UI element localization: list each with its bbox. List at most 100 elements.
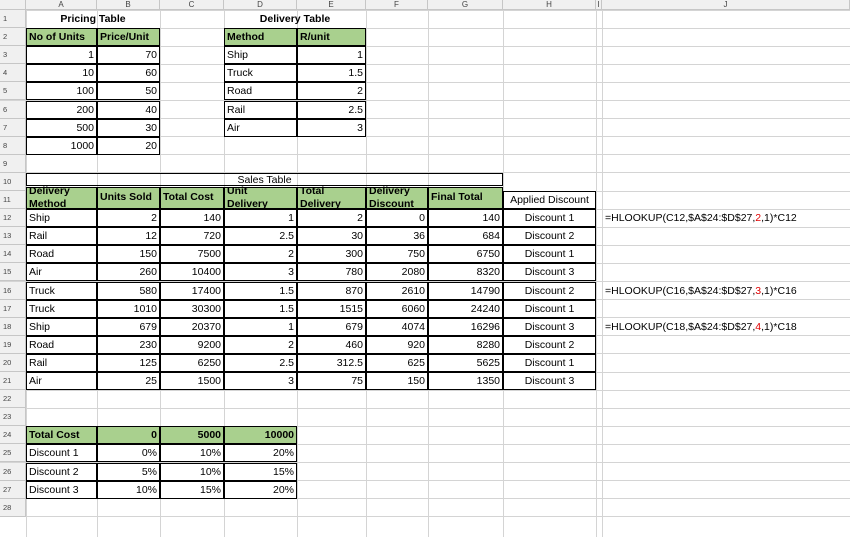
pricing-cell[interactable]: 500: [26, 118, 97, 137]
row-header-18[interactable]: 18: [0, 317, 26, 336]
column-header-a[interactable]: A: [26, 0, 97, 10]
delivery-rate-cell[interactable]: 2.5: [297, 100, 366, 119]
pricing-cell[interactable]: 200: [26, 100, 97, 119]
sales-cell[interactable]: 14790: [428, 281, 503, 300]
sales-cell[interactable]: 3: [224, 372, 297, 391]
sales-cell[interactable]: 580: [97, 281, 160, 300]
sales-cell[interactable]: 2: [224, 245, 297, 264]
discount-cell[interactable]: Discount 1: [26, 444, 97, 463]
column-header-h[interactable]: H: [503, 0, 596, 10]
row-header-26[interactable]: 26: [0, 462, 26, 481]
sales-cell[interactable]: 140: [428, 209, 503, 228]
discount-header-1[interactable]: 0: [97, 426, 160, 445]
sales-cell[interactable]: 17400: [160, 281, 224, 300]
applied-discount-cell[interactable]: Discount 2: [503, 227, 596, 246]
row-header-3[interactable]: 3: [0, 46, 26, 65]
sales-cell[interactable]: 300: [297, 245, 366, 264]
sales-cell[interactable]: 2: [297, 209, 366, 228]
row-header-2[interactable]: 2: [0, 28, 26, 47]
row-header-12[interactable]: 12: [0, 209, 26, 228]
sales-header-4[interactable]: Total Delivery: [297, 185, 366, 210]
sales-cell[interactable]: 1010: [97, 299, 160, 318]
sales-header-6[interactable]: Final Total: [428, 186, 503, 210]
discount-cell[interactable]: 20%: [224, 444, 297, 463]
sales-cell[interactable]: 7500: [160, 245, 224, 264]
pricing-table-title[interactable]: Pricing Table: [26, 10, 160, 28]
sales-cell[interactable]: Truck: [26, 299, 97, 318]
discount-cell[interactable]: 20%: [224, 480, 297, 499]
sales-table-title[interactable]: Sales Table: [26, 173, 503, 187]
sales-cell[interactable]: 2: [224, 335, 297, 354]
sales-cell[interactable]: 1350: [428, 372, 503, 391]
discount-header-2[interactable]: 5000: [160, 426, 224, 445]
column-header-d[interactable]: D: [224, 0, 297, 10]
discount-cell[interactable]: 15%: [160, 480, 224, 499]
sales-cell[interactable]: 750: [366, 245, 428, 264]
discount-cell[interactable]: 10%: [160, 444, 224, 463]
sales-cell[interactable]: 9200: [160, 335, 224, 354]
column-header-c[interactable]: C: [160, 0, 224, 10]
row-header-19[interactable]: 19: [0, 335, 26, 354]
discount-cell[interactable]: 10%: [97, 480, 160, 499]
applied-discount-cell[interactable]: Discount 3: [503, 263, 596, 282]
column-header-g[interactable]: G: [428, 0, 503, 10]
select-all-corner[interactable]: [0, 0, 26, 10]
pricing-cell[interactable]: 1: [26, 46, 97, 65]
sales-cell[interactable]: 30: [297, 227, 366, 246]
row-header-25[interactable]: 25: [0, 444, 26, 463]
sales-cell[interactable]: 4074: [366, 317, 428, 336]
discount-header-0[interactable]: Total Cost: [26, 426, 97, 445]
row-header-5[interactable]: 5: [0, 82, 26, 101]
applied-discount-cell[interactable]: Discount 3: [503, 317, 596, 336]
sales-cell[interactable]: 1500: [160, 372, 224, 391]
row-header-11[interactable]: 11: [0, 191, 26, 210]
sales-cell[interactable]: 6250: [160, 353, 224, 372]
delivery-method-cell[interactable]: Ship: [224, 46, 297, 65]
sales-cell[interactable]: 30300: [160, 299, 224, 318]
applied-discount-cell[interactable]: Discount 1: [503, 209, 596, 228]
sales-cell[interactable]: Ship: [26, 209, 97, 228]
pricing-cell[interactable]: 100: [26, 82, 97, 101]
applied-discount-cell[interactable]: Discount 1: [503, 299, 596, 318]
sales-cell[interactable]: 2080: [366, 263, 428, 282]
row-header-22[interactable]: 22: [0, 390, 26, 409]
applied-discount-cell[interactable]: Discount 2: [503, 335, 596, 354]
row-header-6[interactable]: 6: [0, 100, 26, 119]
sales-cell[interactable]: 150: [366, 372, 428, 391]
row-header-23[interactable]: 23: [0, 408, 26, 427]
sales-cell[interactable]: 625: [366, 353, 428, 372]
sales-cell[interactable]: 8280: [428, 335, 503, 354]
delivery-rate-cell[interactable]: 1: [297, 46, 366, 65]
sales-cell[interactable]: Air: [26, 263, 97, 282]
row-header-21[interactable]: 21: [0, 372, 26, 391]
discount-header-3[interactable]: 10000: [224, 426, 297, 445]
sales-cell[interactable]: 20370: [160, 317, 224, 336]
sales-cell[interactable]: 25: [97, 372, 160, 391]
row-header-13[interactable]: 13: [0, 227, 26, 246]
pricing-cell[interactable]: 50: [97, 82, 160, 101]
sales-cell[interactable]: Rail: [26, 227, 97, 246]
pricing-cell[interactable]: 70: [97, 46, 160, 65]
row-header-1[interactable]: 1: [0, 10, 26, 29]
sales-cell[interactable]: 12: [97, 227, 160, 246]
sales-cell[interactable]: 780: [297, 263, 366, 282]
sales-header-3[interactable]: Unit Delivery: [224, 185, 297, 210]
delivery-rate-cell[interactable]: 2: [297, 82, 366, 101]
discount-cell[interactable]: Discount 2: [26, 462, 97, 481]
row-header-10[interactable]: 10: [0, 172, 26, 191]
discount-cell[interactable]: Discount 3: [26, 480, 97, 499]
applied-discount-cell[interactable]: Discount 1: [503, 353, 596, 372]
sales-cell[interactable]: 312.5: [297, 353, 366, 372]
sales-cell[interactable]: 2.5: [224, 353, 297, 372]
sales-cell[interactable]: 260: [97, 263, 160, 282]
row-header-4[interactable]: 4: [0, 64, 26, 83]
delivery-method-cell[interactable]: Rail: [224, 100, 297, 119]
row-header-16[interactable]: 16: [0, 281, 26, 300]
sales-cell[interactable]: 150: [97, 245, 160, 264]
delivery-rate-cell[interactable]: 3: [297, 118, 366, 137]
row-header-17[interactable]: 17: [0, 299, 26, 318]
pricing-cell[interactable]: 40: [97, 100, 160, 119]
sales-cell[interactable]: 679: [97, 317, 160, 336]
row-header-27[interactable]: 27: [0, 480, 26, 499]
row-header-24[interactable]: 24: [0, 426, 26, 445]
